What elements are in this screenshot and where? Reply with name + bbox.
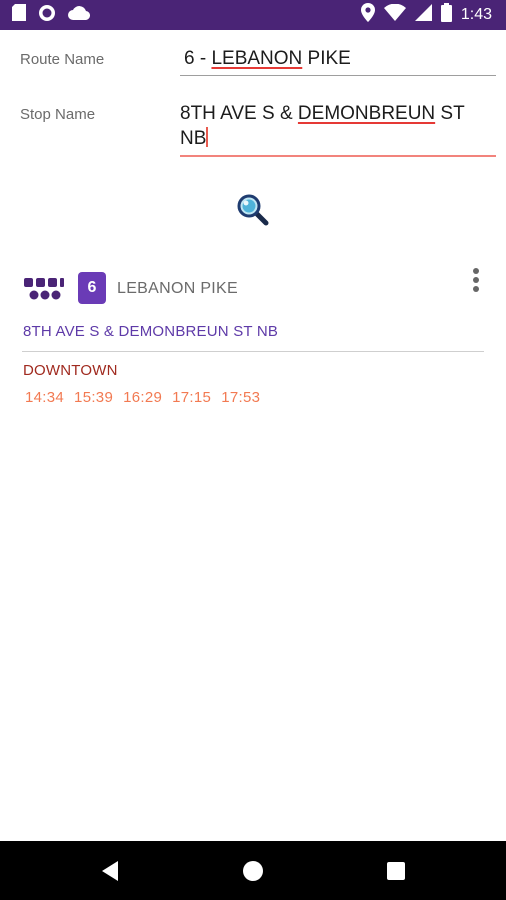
wifi-icon	[383, 3, 406, 26]
recents-icon	[387, 861, 405, 880]
recents-button[interactable]	[366, 841, 426, 900]
circle-app-icon	[38, 4, 56, 27]
transit-logo-icon	[24, 278, 64, 307]
route-number-badge: 6	[78, 272, 106, 304]
stop-name-link[interactable]: 8TH AVE S & DEMONBREUN ST NB	[23, 323, 278, 340]
route-name-underline	[180, 75, 496, 76]
route-title: LEBANON PIKE	[117, 280, 238, 297]
route-name-input[interactable]: 6 - LEBANON PIKE	[184, 46, 496, 71]
departure-time: 16:29	[123, 389, 163, 406]
status-time: 1:43	[460, 6, 492, 23]
battery-icon	[440, 3, 452, 27]
departure-time: 17:53	[221, 389, 261, 406]
stop-name-input[interactable]: 8TH AVE S & DEMONBREUN ST NB	[180, 101, 496, 151]
overflow-menu-button[interactable]	[464, 266, 488, 296]
stop-name-label: Stop Name	[20, 106, 96, 123]
departure-times: 14:34 15:39 16:29 17:15 17:53	[25, 389, 260, 406]
status-bar: 1:43	[0, 0, 506, 30]
home-button[interactable]	[223, 841, 283, 900]
cell-signal-icon	[414, 4, 432, 26]
stop-name-prefix: 8TH AVE S &	[180, 103, 298, 124]
system-nav-bar	[0, 841, 506, 900]
route-name-label: Route Name	[20, 51, 105, 68]
back-button[interactable]	[80, 841, 140, 900]
magnifier-icon	[237, 194, 269, 226]
sd-card-icon	[12, 4, 26, 26]
back-icon	[102, 860, 118, 881]
more-vert-icon	[473, 268, 479, 292]
departure-time: 14:34	[25, 389, 65, 406]
cloud-icon	[68, 5, 91, 25]
stop-name-misspelled-word: DEMONBREUN	[297, 103, 436, 124]
route-name-prefix: 6 -	[184, 48, 212, 69]
departure-time: 17:15	[172, 389, 212, 406]
divider	[22, 351, 484, 352]
route-name-suffix: PIKE	[302, 48, 351, 69]
stop-name-underline	[180, 155, 496, 157]
home-icon	[243, 860, 263, 881]
location-icon	[360, 3, 375, 27]
direction-label: DOWNTOWN	[23, 362, 118, 379]
route-name-misspelled-word: LEBANON	[211, 48, 303, 69]
departure-time: 15:39	[74, 389, 114, 406]
text-cursor	[206, 127, 209, 147]
search-button[interactable]	[236, 193, 270, 227]
